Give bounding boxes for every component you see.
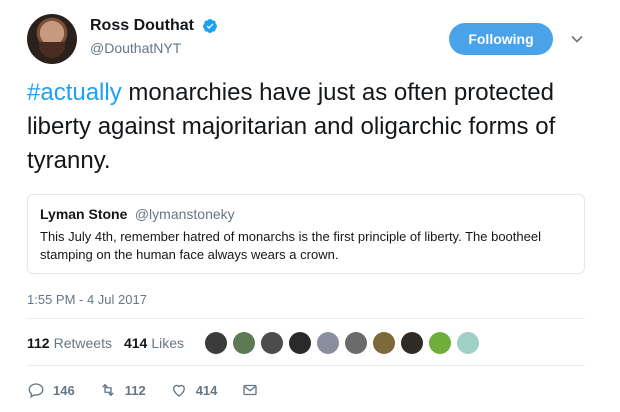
quoted-author-handle: @lymanstoneky — [134, 206, 235, 222]
retweets-count: 112 — [27, 335, 50, 351]
following-button[interactable]: Following — [449, 23, 553, 55]
like-count: 414 — [195, 382, 218, 398]
heart-icon — [172, 384, 185, 397]
reply-count: 146 — [53, 382, 75, 398]
author-name-text[interactable]: Ross Douthat — [90, 17, 194, 34]
liker-avatar[interactable] — [289, 332, 311, 354]
reply-button[interactable]: 146 — [27, 381, 75, 399]
tweet-text: #actually monarchies have just as often … — [27, 76, 597, 178]
liker-avatar[interactable] — [233, 332, 255, 354]
retweet-button[interactable]: 112 — [99, 381, 146, 399]
liker-avatar[interactable] — [261, 332, 283, 354]
divider — [27, 318, 585, 319]
verified-badge-icon — [203, 18, 218, 33]
likes-stat[interactable]: 414 Likes — [124, 335, 184, 351]
like-button[interactable]: 414 — [170, 381, 218, 399]
quoted-tweet[interactable]: Lyman Stone @lymanstoneky This July 4th,… — [27, 194, 585, 274]
envelope-icon — [243, 384, 258, 396]
liker-avatar[interactable] — [429, 332, 451, 354]
liker-avatars — [205, 332, 485, 354]
tweet-timestamp[interactable]: 1:55 PM - 4 Jul 2017 — [27, 292, 147, 307]
liker-avatar[interactable] — [205, 332, 227, 354]
liker-avatar[interactable] — [317, 332, 339, 354]
liker-avatar[interactable] — [401, 332, 423, 354]
direct-message-button[interactable] — [241, 381, 267, 399]
likes-label: Likes — [151, 335, 184, 351]
avatar[interactable] — [27, 14, 77, 64]
divider — [27, 365, 585, 366]
chevron-down-icon[interactable] — [569, 31, 585, 47]
retweet-count: 112 — [124, 382, 146, 398]
retweets-stat[interactable]: 112 Retweets — [27, 335, 112, 351]
likes-count: 414 — [123, 335, 148, 351]
liker-avatar[interactable] — [345, 332, 367, 354]
reply-icon — [28, 383, 44, 399]
liker-avatar[interactable] — [373, 332, 395, 354]
quoted-tweet-text: This July 4th, remember hatred of monarc… — [40, 229, 541, 262]
retweets-label: Retweets — [53, 335, 112, 351]
action-bar: 146 112 414 — [27, 381, 291, 399]
author-name[interactable]: Ross Douthat — [90, 17, 218, 35]
hashtag-link[interactable]: #actually — [27, 79, 122, 106]
liker-avatar[interactable] — [457, 332, 479, 354]
quoted-author-name: Lyman Stone — [40, 206, 128, 222]
author-handle[interactable]: @DouthatNYT — [90, 40, 181, 56]
retweet-icon — [101, 383, 114, 397]
engagement-stats: 112 Retweets 414 Likes — [27, 335, 196, 351]
